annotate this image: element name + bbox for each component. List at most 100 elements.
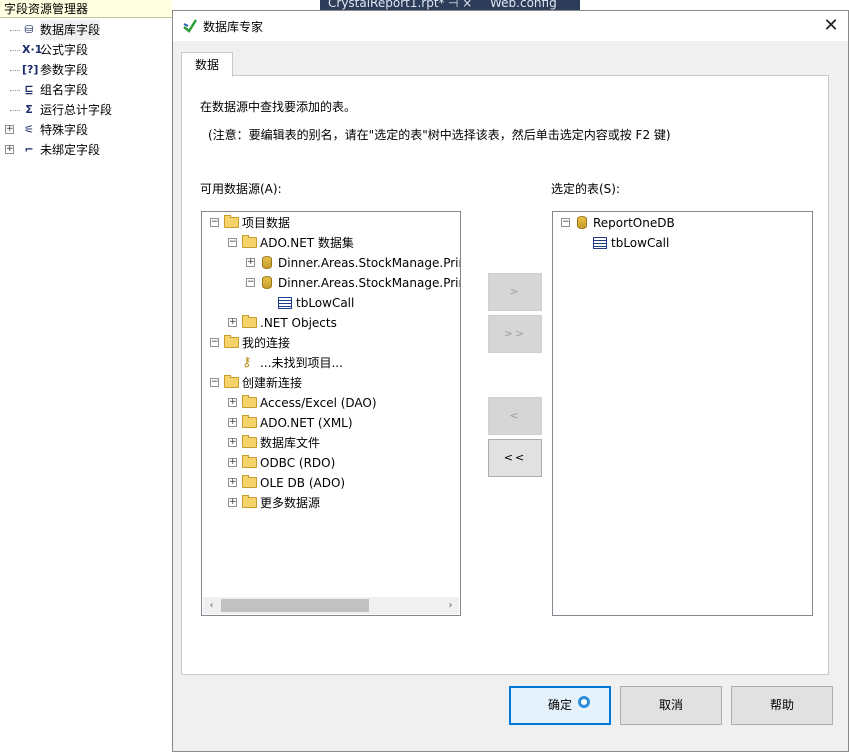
tree-node[interactable]: tbLowCall [553,233,812,253]
editor-tab-pin-close[interactable]: ⊣ × [448,0,472,10]
tree-node-label: ...未找到项目... [260,356,343,370]
dialog-titlebar[interactable]: 数据库专家 ✕ [173,11,848,41]
formula-icon: X·1 [22,43,43,56]
expand-icon[interactable]: + [228,498,237,507]
tree-line [10,110,20,111]
scrollbar-thumb[interactable] [221,599,369,612]
unbound-field-icon: ⌐ [24,143,34,156]
tree-node[interactable]: + 数据库文件 [202,433,460,453]
tree-node-label: ReportOneDB [593,216,675,230]
explorer-item[interactable]: Σ 运行总计字段 [0,100,172,120]
add-table-button[interactable]: > [488,273,542,311]
close-button[interactable]: ✕ [820,15,842,37]
tree-node[interactable]: + Dinner.Areas.StockManage.Prin [202,253,461,273]
tree-node[interactable]: + ADO.NET (XML) [202,413,460,433]
folder-icon [242,235,257,248]
tree-node[interactable]: − ADO.NET 数据集 [202,233,460,253]
tree-node[interactable]: + .NET Objects [202,313,460,333]
tree-node[interactable]: + 更多数据源 [202,493,460,513]
scroll-left-icon[interactable]: ‹ [203,597,220,614]
add-all-tables-button[interactable]: >> [488,315,542,353]
expand-icon[interactable]: + [228,458,237,467]
tree-node[interactable]: ⚷ ...未找到项目... [202,353,460,373]
expand-icon[interactable]: + [228,418,237,427]
key-icon: ⚷ [242,355,252,370]
cancel-button[interactable]: 取消 [620,686,722,725]
explorer-item[interactable]: [?] 参数字段 [0,60,172,80]
scroll-right-icon[interactable]: › [442,597,459,614]
editor-tab-webconfig[interactable]: Web.config [490,0,557,10]
tree-node-label: tbLowCall [611,236,670,250]
tree-node[interactable]: − 项目数据 [202,213,460,233]
explorer-item-label: 组名字段 [40,83,89,97]
busy-spinner-icon [578,696,590,708]
table-icon [278,297,292,309]
expand-icon[interactable]: + [228,398,237,407]
tab-data[interactable]: 数据 [181,52,233,77]
tree-node[interactable]: − 创建新连接 [202,373,460,393]
tree-line [10,90,20,91]
expand-icon[interactable]: + [228,478,237,487]
selected-tables-tree[interactable]: − ReportOneDB tbLowCall [552,211,813,616]
database-icon [577,216,587,229]
tree-node-label: 我的连接 [242,336,291,350]
ok-button[interactable]: 确定 [509,686,611,725]
collapse-icon[interactable]: − [246,278,255,287]
running-total-icon: Σ [25,103,33,116]
help-button[interactable]: 帮助 [731,686,833,725]
tree-node[interactable]: − Dinner.Areas.StockManage.Prin [202,273,460,293]
tree-node-label: 数据库文件 [260,436,321,450]
explorer-item[interactable]: X·1 公式字段 [0,40,172,60]
tree-node[interactable]: + Access/Excel (DAO) [202,393,460,413]
available-sources-label: 可用数据源(A): [200,182,282,196]
remove-table-button[interactable]: < [488,397,542,435]
tree-node-label: ODBC (RDO) [260,456,336,470]
tree-node[interactable]: − 我的连接 [202,333,460,353]
group-name-icon: ⊑ [24,83,34,96]
expand-icon[interactable]: + [5,125,14,134]
tree-node-label: .NET Objects [260,316,337,330]
explorer-item-label: 运行总计字段 [40,103,113,117]
explorer-item[interactable]: + ⚟ 特殊字段 [0,120,172,140]
expand-icon[interactable]: + [246,258,255,267]
tree-node-label: 项目数据 [242,216,291,230]
ok-button-label: 确定 [547,698,572,712]
folder-icon [224,375,239,388]
folder-icon [242,415,257,428]
crystal-app-icon [183,19,198,33]
folder-icon [242,495,257,508]
tree-node-label: Dinner.Areas.StockManage.Prin [278,256,461,270]
folder-icon [224,215,239,228]
expand-icon[interactable]: + [5,145,14,154]
explorer-item[interactable]: ⊑ 组名字段 [0,80,172,100]
database-icon: ⛁ [24,23,34,36]
explorer-item-label: 数据库字段 [40,20,101,40]
tree-node[interactable]: − ReportOneDB [553,213,812,233]
explorer-item-label: 公式字段 [40,43,89,57]
tree-node[interactable]: + OLE DB (ADO) [202,473,460,493]
tree-node[interactable]: + ODBC (RDO) [202,453,460,473]
explorer-item[interactable]: ⛁ 数据库字段 [0,20,172,40]
tree-node-label: 创建新连接 [242,376,303,390]
explorer-item[interactable]: + ⌐ 未绑定字段 [0,140,172,160]
available-sources-tree[interactable]: − 项目数据 − ADO.NET 数据集 + Dinner.Areas.StockMana… [201,211,461,616]
tree-node-label: 更多数据源 [260,496,321,510]
horizontal-scrollbar[interactable]: ‹ › [203,597,459,614]
remove-all-tables-button[interactable]: << [488,439,542,477]
collapse-icon[interactable]: − [210,338,219,347]
editor-tab-crystalreport[interactable]: CrystalReport1.rpt* [328,0,445,10]
tree-line [10,30,20,31]
expand-icon[interactable]: + [228,318,237,327]
tree-node[interactable]: tbLowCall [202,293,460,313]
collapse-icon[interactable]: − [210,218,219,227]
collapse-icon[interactable]: − [561,218,570,227]
tree-node-label: tbLowCall [296,296,355,310]
tree-line [10,50,20,51]
folder-icon [242,475,257,488]
collapse-icon[interactable]: − [210,378,219,387]
collapse-icon[interactable]: − [228,238,237,247]
database-icon [262,276,272,289]
explorer-item-label: 参数字段 [40,63,89,77]
expand-icon[interactable]: + [228,438,237,447]
selected-tables-label: 选定的表(S): [551,182,621,196]
